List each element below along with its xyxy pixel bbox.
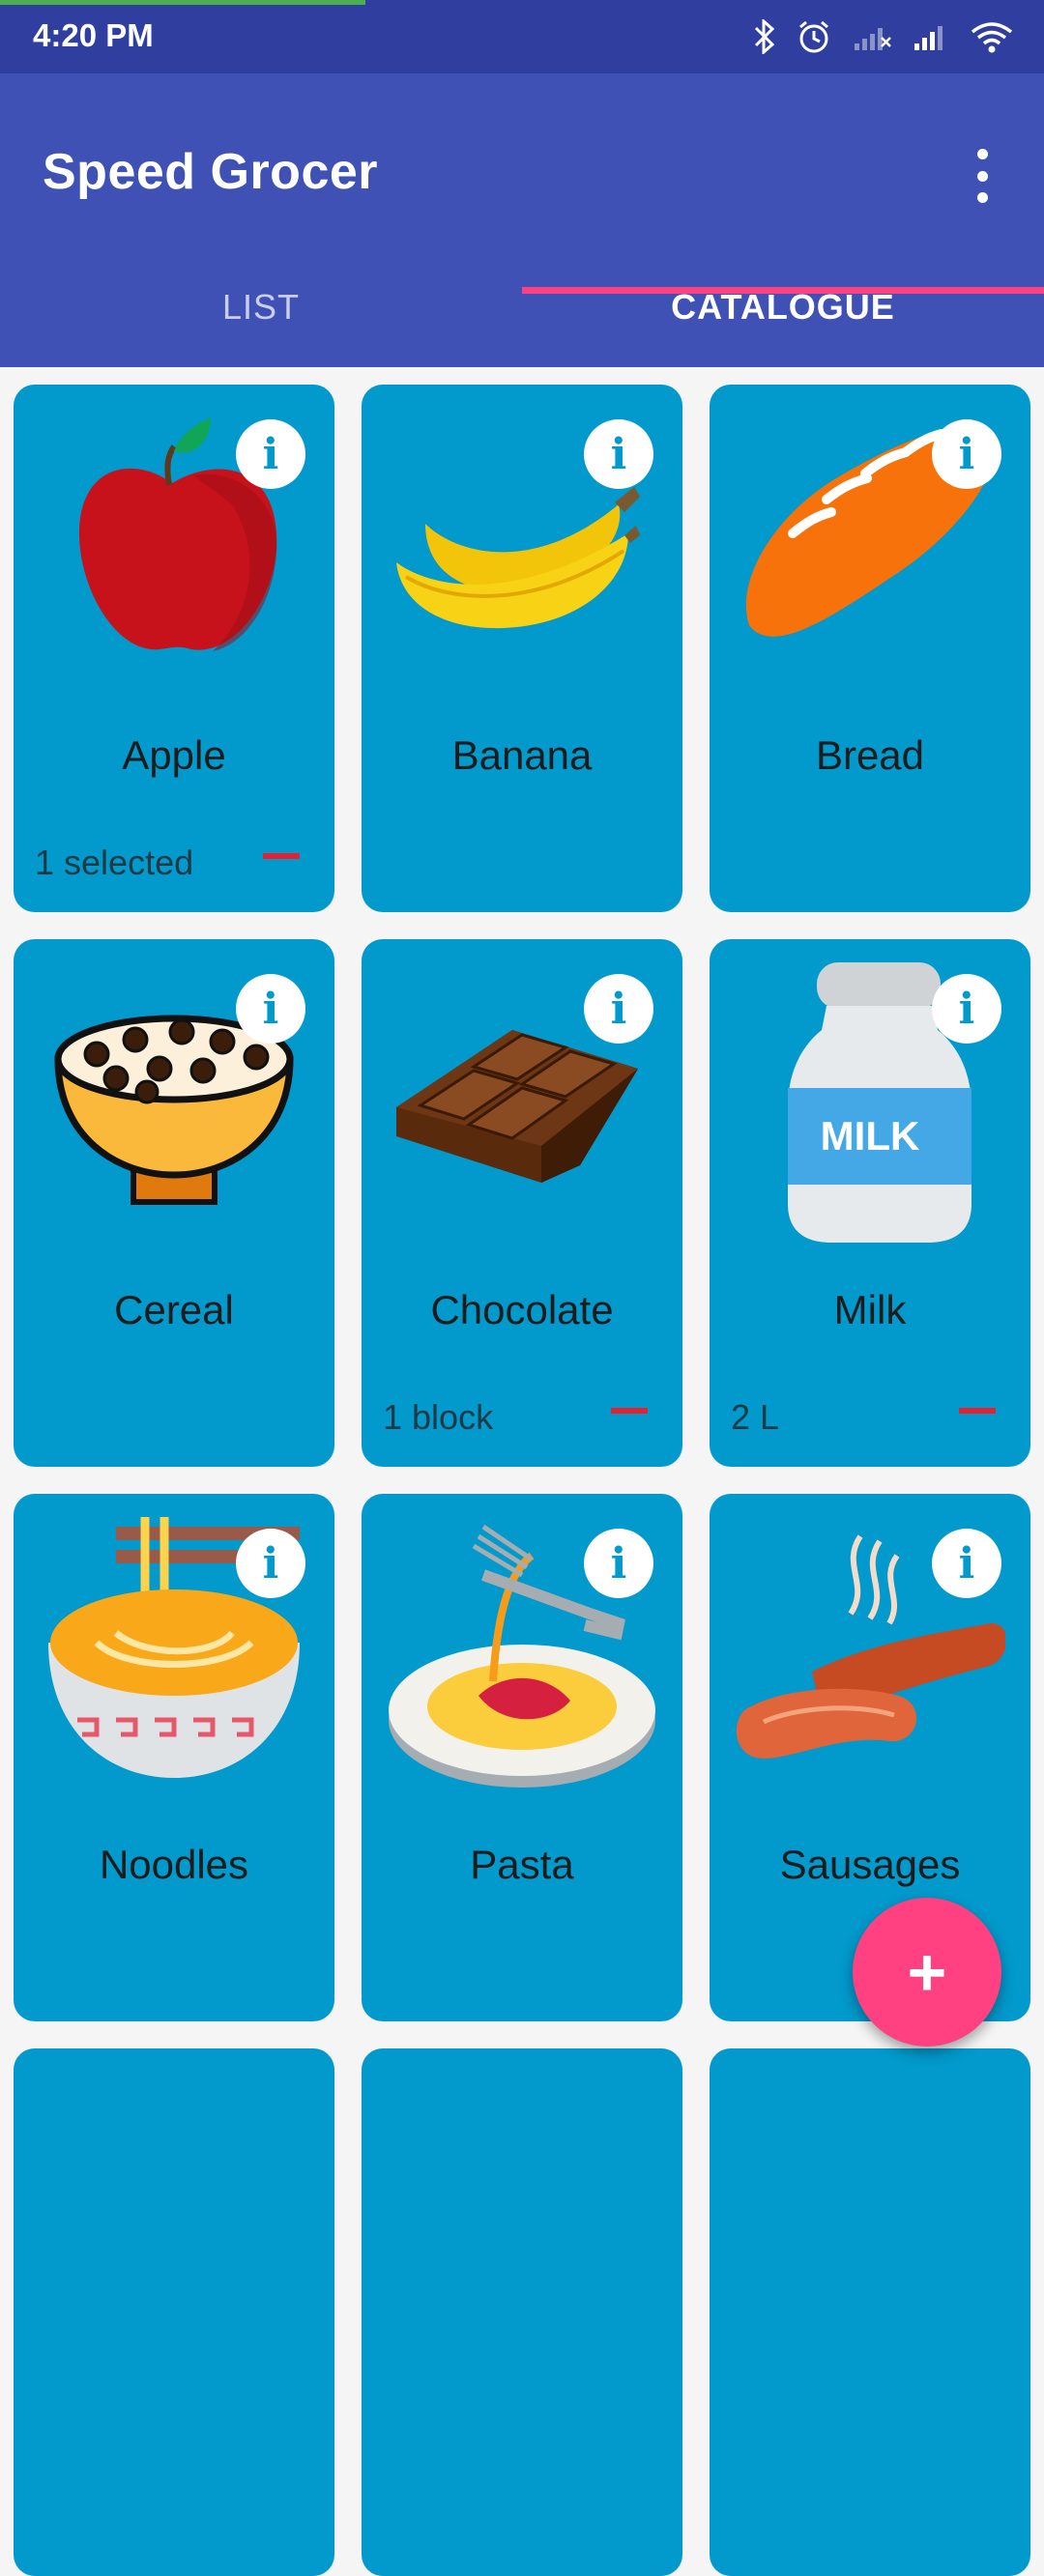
info-icon[interactable]: i — [584, 974, 653, 1044]
item-name: Chocolate — [430, 1287, 614, 1332]
decrease-button[interactable] — [611, 1408, 648, 1414]
status-bar: 4:20 PM — [0, 0, 1044, 73]
catalogue-item-pasta[interactable]: Pasta i — [362, 1494, 682, 2021]
decrease-button[interactable] — [959, 1408, 996, 1414]
item-name: Banana — [451, 732, 593, 778]
info-icon[interactable]: i — [932, 974, 1001, 1044]
info-icon[interactable]: i — [236, 419, 305, 489]
bluetooth-icon — [754, 19, 775, 54]
tab-list[interactable]: LIST — [0, 247, 522, 367]
catalogue-item-cereal[interactable]: Cereal i — [14, 939, 334, 1467]
catalogue-item-apple[interactable]: Apple 1 selected i — [14, 385, 334, 912]
download-progress — [0, 0, 365, 5]
milk-label: MILK — [820, 1113, 920, 1159]
catalogue-item[interactable] — [362, 2048, 682, 2576]
overflow-menu-icon[interactable] — [963, 149, 1001, 203]
info-icon[interactable]: i — [236, 974, 305, 1044]
catalogue-item-chocolate[interactable]: Chocolate 1 block i — [362, 939, 682, 1467]
item-name: Noodles — [99, 1842, 249, 1887]
catalogue-item-bread[interactable]: Bread i — [710, 385, 1030, 912]
alarm-icon — [799, 20, 828, 53]
catalogue-item-banana[interactable]: Banana i — [362, 385, 682, 912]
info-icon[interactable]: i — [584, 1529, 653, 1598]
item-name: Apple — [122, 732, 226, 778]
signal-icon — [914, 26, 942, 50]
tab-indicator — [522, 287, 1044, 294]
info-icon[interactable]: i — [932, 419, 1001, 489]
item-name: Milk — [833, 1287, 907, 1332]
decrease-button[interactable] — [263, 853, 300, 859]
status-icons — [754, 17, 1013, 56]
item-name: Pasta — [470, 1842, 574, 1887]
item-quantity: 1 block — [383, 1397, 494, 1437]
info-icon[interactable]: i — [584, 419, 653, 489]
tab-bar: LIST CATALOGUE — [0, 247, 1044, 367]
catalogue-item-milk[interactable]: MILK Milk 2 L i — [710, 939, 1030, 1467]
catalogue-item[interactable] — [710, 2048, 1030, 2576]
item-name: Cereal — [114, 1287, 234, 1332]
signal-weak-icon — [855, 28, 891, 50]
info-icon[interactable]: i — [932, 1529, 1001, 1598]
item-quantity: 1 selected — [35, 843, 194, 882]
catalogue-item[interactable] — [14, 2048, 334, 2576]
item-quantity: 2 L — [731, 1397, 780, 1437]
item-name: Sausages — [779, 1842, 961, 1887]
add-item-button[interactable]: + — [853, 1898, 1001, 2046]
app-bar: Speed Grocer LIST CATALOGUE — [0, 73, 1044, 367]
catalogue-item-noodles[interactable]: Noodles i — [14, 1494, 334, 2021]
tab-catalogue[interactable]: CATALOGUE — [522, 247, 1044, 367]
info-icon[interactable]: i — [236, 1529, 305, 1598]
app-title: Speed Grocer — [43, 144, 379, 200]
wifi-icon — [971, 22, 1013, 53]
status-time: 4:20 PM — [33, 17, 154, 53]
item-name: Bread — [815, 732, 925, 778]
